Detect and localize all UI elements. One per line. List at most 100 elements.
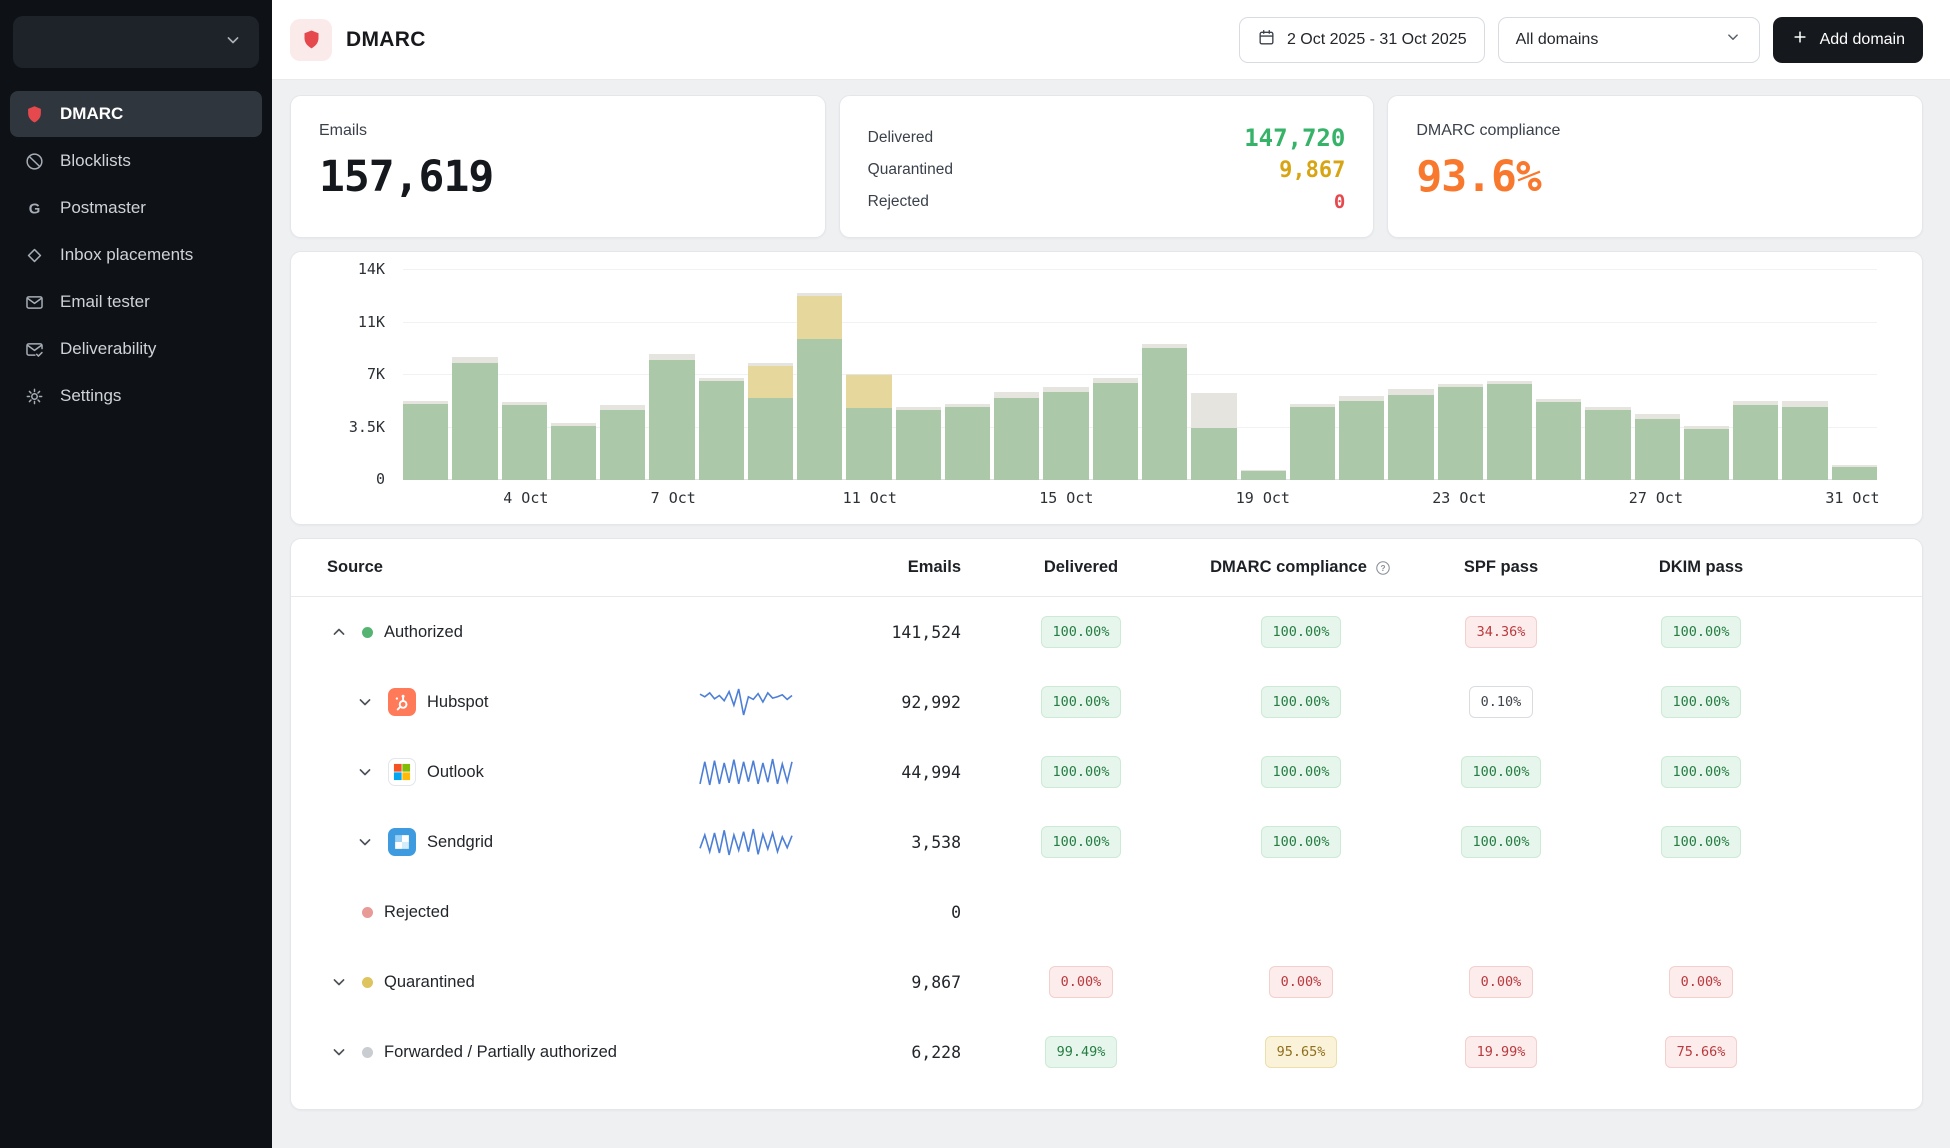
chart-bar-segment (1191, 428, 1236, 481)
dmarc-compliance-badge: 100.00% (1201, 686, 1401, 718)
chart-bar-segment (502, 405, 547, 480)
sidebar-item-inbox-placements[interactable]: Inbox placements (10, 232, 262, 278)
add-domain-button[interactable]: Add domain (1773, 17, 1923, 63)
chart-plot-area: 03.5K7K11K14K (291, 270, 1877, 480)
expand-chevron-down-icon[interactable] (327, 970, 351, 994)
percentage-badge: 100.00% (1661, 756, 1742, 788)
dmarc-shield-icon (290, 19, 332, 61)
spf-pass-badge: 34.36% (1401, 616, 1601, 648)
emails-stat-label: Emails (319, 122, 797, 140)
spf-pass-badge: 19.99% (1401, 1036, 1601, 1068)
table-row-rejected[interactable]: Rejected0 (291, 877, 1922, 947)
domain-filter-select[interactable]: All domains (1498, 17, 1760, 63)
emails-stat-value: 157,619 (319, 152, 797, 202)
sidebar-item-label: Email tester (60, 292, 150, 312)
sidebar-nav: DMARC Blocklists GPostmasterInbox placemen… (0, 90, 272, 420)
sidebar-item-label: Settings (60, 386, 121, 406)
date-range-button[interactable]: 2 Oct 2025 - 31 Oct 2025 (1239, 17, 1485, 63)
dkim-pass-badge: 100.00% (1601, 756, 1801, 788)
chart-bar (1191, 393, 1236, 480)
dmarc-compliance-badge: 100.00% (1201, 616, 1401, 648)
percentage-badge: 19.99% (1465, 1036, 1538, 1068)
content: Emails 157,619 Delivered147,720Quarantin… (272, 80, 1950, 1130)
chart-bar (1339, 396, 1384, 480)
source-cell: Forwarded / Partially authorized (291, 1040, 651, 1064)
chart-bar (551, 423, 596, 480)
y-axis-label: 7K (367, 365, 385, 383)
chart-bar-segment (945, 407, 990, 481)
chevron-down-icon (1724, 28, 1742, 51)
source-name: Sendgrid (427, 833, 493, 852)
topbar-actions: 2 Oct 2025 - 31 Oct 2025 All domains Add… (1239, 17, 1923, 63)
chart-bar (1832, 465, 1877, 480)
source-cell: Authorized (291, 620, 651, 644)
plus-icon (1791, 28, 1809, 51)
table-row-sendgrid[interactable]: Sendgrid3,538100.00%100.00%100.00%100.00… (291, 807, 1922, 877)
emails-count: 3,538 (841, 833, 961, 852)
chart-bar-segment (1388, 395, 1433, 481)
x-axis-label: 31 Oct (1825, 489, 1879, 507)
chart-bar (1782, 401, 1827, 481)
chart-bar-segment (797, 296, 842, 340)
status-dot (362, 907, 373, 918)
sidebar-item-label: Deliverability (60, 339, 156, 359)
status-dot (362, 1047, 373, 1058)
delivered-badge: 100.00% (961, 826, 1201, 858)
table-row-quarantined[interactable]: Quarantined9,8670.00%0.00%0.00%0.00% (291, 947, 1922, 1017)
percentage-badge: 0.00% (1469, 966, 1534, 998)
chart-bar-segment (1782, 407, 1827, 481)
expand-chevron-up-icon[interactable] (327, 620, 351, 644)
chart-bar-segment (403, 404, 448, 481)
gear-icon (23, 385, 45, 407)
percentage-badge: 95.65% (1265, 1036, 1338, 1068)
percentage-badge: 0.00% (1049, 966, 1114, 998)
table-row-outlook[interactable]: Outlook44,994100.00%100.00%100.00%100.00… (291, 737, 1922, 807)
app-root: DMARC Blocklists GPostmasterInbox placemen… (0, 0, 1950, 1148)
emails-count: 92,992 (841, 693, 961, 712)
table-row-authorized[interactable]: Authorized141,524100.00%100.00%34.36%100… (291, 597, 1922, 667)
breakdown-label: Quarantined (868, 161, 953, 179)
g-icon: G (23, 197, 45, 219)
expand-chevron-down-icon[interactable] (353, 760, 377, 784)
source-name: Hubspot (427, 693, 488, 712)
main-panel: DMARC 2 Oct 2025 - 31 Oct 2025 All domai… (272, 0, 1950, 1148)
source-name: Rejected (384, 903, 449, 922)
sidebar-item-label: Blocklists (60, 151, 131, 171)
sidebar-item-postmaster[interactable]: GPostmaster (10, 185, 262, 231)
chart-bar-segment (1093, 383, 1138, 481)
table-row-forwarded[interactable]: Forwarded / Partially authorized6,22899.… (291, 1017, 1922, 1087)
x-axis-label: 4 Oct (503, 489, 548, 507)
delivered-badge: 0.00% (961, 966, 1201, 998)
sidebar-item-blocklists[interactable]: Blocklists (10, 138, 262, 184)
diamond-icon (23, 244, 45, 266)
breakdown-label: Rejected (868, 193, 929, 211)
help-icon[interactable]: ? (1374, 559, 1392, 577)
sidebar-item-dmarc[interactable]: DMARC (10, 91, 262, 137)
chart-bar (896, 407, 941, 481)
sidebar-item-settings[interactable]: Settings (10, 373, 262, 419)
expand-chevron-down-icon[interactable] (327, 1040, 351, 1064)
sidebar-item-email-tester[interactable]: Email tester (10, 279, 262, 325)
percentage-badge: 99.49% (1045, 1036, 1118, 1068)
delivered-badge: 100.00% (961, 616, 1201, 648)
chart-bar-segment (1339, 401, 1384, 481)
chart-bar (846, 374, 891, 481)
org-switcher[interactable] (13, 16, 259, 68)
sources-table-card: SourceEmailsDeliveredDMARC compliance?SP… (290, 538, 1923, 1110)
source-name: Quarantined (384, 973, 475, 992)
percentage-badge: 100.00% (1041, 826, 1122, 858)
status-dot (362, 627, 373, 638)
table-row-hubspot[interactable]: Hubspot92,992100.00%100.00%0.10%100.00% (291, 667, 1922, 737)
expand-chevron-down-icon[interactable] (353, 830, 377, 854)
chart-y-axis: 03.5K7K11K14K (291, 270, 403, 480)
topbar: DMARC 2 Oct 2025 - 31 Oct 2025 All domai… (272, 0, 1950, 80)
column-header-spf-pass: SPF pass (1401, 558, 1601, 577)
domain-filter-value: All domains (1516, 31, 1599, 49)
hubspot-icon (388, 688, 416, 716)
chart-bar (994, 392, 1039, 481)
chart-bar (600, 405, 645, 480)
spf-pass-badge: 0.00% (1401, 966, 1601, 998)
expand-chevron-down-icon[interactable] (353, 690, 377, 714)
sidebar-item-deliverability[interactable]: Deliverability (10, 326, 262, 372)
chart-bar-segment (1487, 384, 1532, 480)
